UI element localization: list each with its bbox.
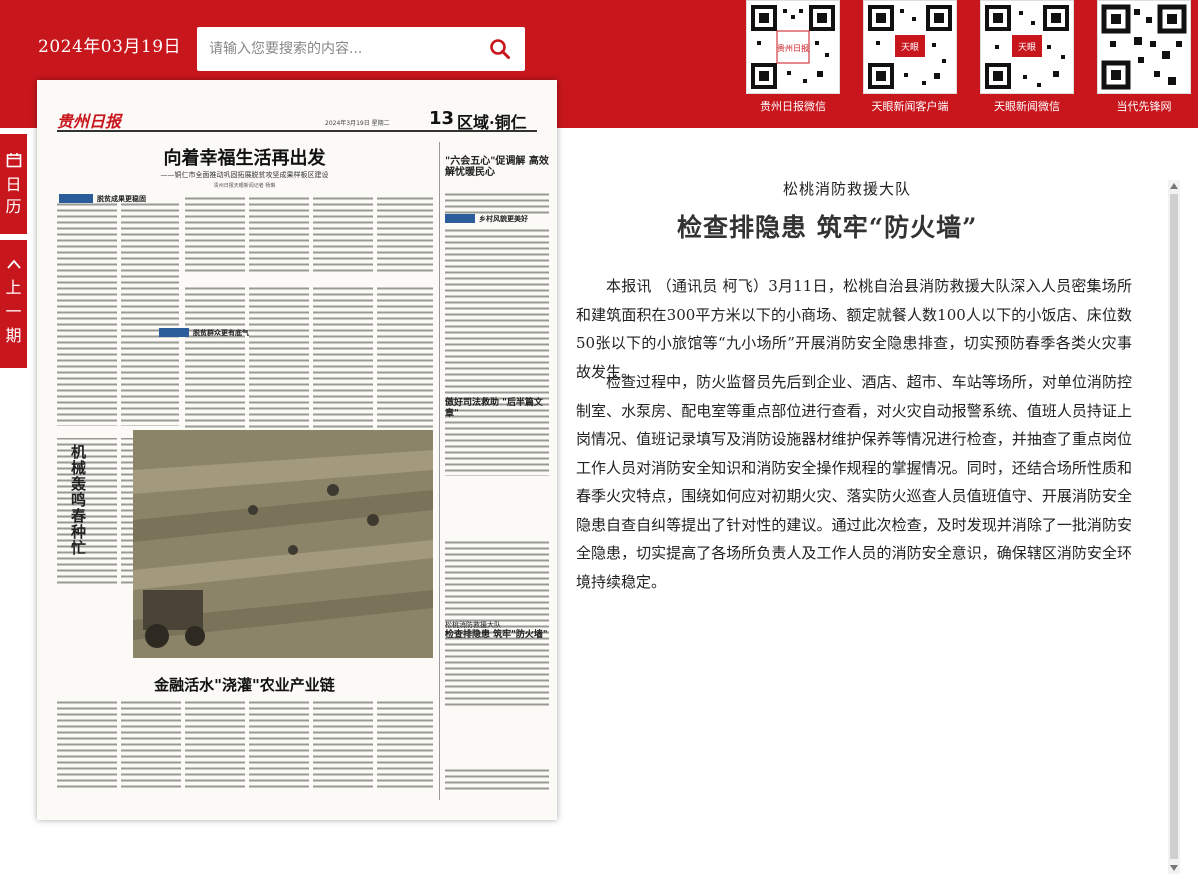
qr-code-icon: 天眼 — [863, 0, 957, 94]
calendar-tab[interactable]: 日历 — [0, 134, 27, 234]
scroll-down-icon[interactable] — [1170, 865, 1178, 871]
search-box — [197, 27, 525, 71]
calendar-icon — [6, 153, 21, 168]
qr-label: 天眼新闻微信 — [994, 100, 1060, 113]
photo-caption: 机械轰鸣春种忙 — [71, 443, 87, 557]
qr-code-icon — [1097, 0, 1191, 94]
chevron-up-icon — [6, 259, 21, 269]
page-date: 2024年3月19日 星期二 — [325, 120, 390, 127]
scroll-thumb[interactable] — [1170, 194, 1178, 859]
issue-date: 2024年03月19日 — [38, 37, 182, 57]
newspaper-page[interactable]: 贵州日报 2024年3月19日 星期二 13 区域·铜仁 向着幸福生活再出发 —… — [37, 80, 557, 820]
article-subtitle: 松桃消防救援大队 — [783, 180, 912, 198]
section-tag — [445, 214, 475, 223]
search-icon[interactable] — [489, 38, 511, 60]
masthead: 贵州日报 2024年3月19日 星期二 13 区域·铜仁 — [57, 108, 537, 132]
right-column-bottom-headline[interactable]: 检查排隐患 筑牢"防火墙" — [445, 630, 553, 641]
article-scrollbar[interactable] — [1168, 180, 1180, 874]
masthead-logo: 贵州日报 — [57, 112, 122, 131]
main-headline[interactable]: 向着幸福生活再出发 — [57, 144, 432, 170]
qr-label: 当代先锋网 — [1116, 100, 1172, 113]
qr-badge-text: 贵州日报 — [777, 43, 809, 53]
section-heading: 脱贫群众更有底气 — [193, 328, 249, 337]
section-heading: 乡村风貌更美好 — [479, 214, 528, 223]
qr-label: 天眼新闻客户端 — [871, 100, 949, 113]
qr-code-icon: 贵州日报 — [746, 0, 840, 94]
qr-guizhou-daily-wechat[interactable]: 贵州日报 贵州日报微信 — [744, 0, 842, 114]
article-title: 检查排隐患 筑牢“防火墙” — [677, 213, 978, 242]
right-column-text — [445, 192, 553, 792]
search-input[interactable] — [209, 41, 479, 57]
section-tag — [59, 194, 93, 203]
main-subheadline: ——铜仁市全面推动巩固拓展脱贫攻坚成果样板区建设 — [160, 171, 329, 179]
qr-label: 贵州日报微信 — [760, 100, 826, 113]
section-tag — [159, 328, 189, 337]
qr-dangdai-xianfeng[interactable]: 当代先锋网 — [1095, 0, 1193, 114]
right-column-mid-headline[interactable]: 傲好司法救助 "后半篇文章" — [445, 398, 553, 420]
scroll-up-icon[interactable] — [1170, 183, 1178, 189]
previous-issue-tab[interactable]: 上一期 — [0, 240, 27, 368]
news-photo[interactable] — [133, 430, 433, 658]
photo-caption-box: 机械轰鸣春种忙 — [59, 432, 129, 652]
previous-issue-label: 上一期 — [5, 278, 22, 345]
qr-badge-text: 天眼 — [1018, 42, 1036, 53]
page-section: 区域·铜仁 — [457, 113, 527, 132]
calendar-tab-label: 日历 — [5, 175, 22, 216]
qr-badge-text: 天眼 — [901, 42, 919, 53]
section-heading: 脱贫成果更稳固 — [97, 194, 146, 203]
main-byline: 贵州日报天眼新闻记者 杨琳 — [213, 183, 276, 189]
bottom-headline[interactable]: 金融活水"浇灌"农业产业链 — [57, 674, 432, 695]
article-paragraph: 检查过程中，防火监督员先后到企业、酒店、超市、车站等场所，对单位消防控制室、水泵… — [576, 373, 1132, 591]
right-column-headline[interactable]: "六会五心"促调解 高效解忧暖民心 — [445, 156, 553, 178]
qr-tianyan-app[interactable]: 天眼 天眼新闻客户端 — [861, 0, 959, 114]
qr-code-icon: 天眼 — [980, 0, 1074, 94]
column-divider — [439, 142, 440, 800]
page-number: 13 — [429, 108, 455, 129]
qr-tianyan-wechat[interactable]: 天眼 天眼新闻微信 — [978, 0, 1076, 114]
